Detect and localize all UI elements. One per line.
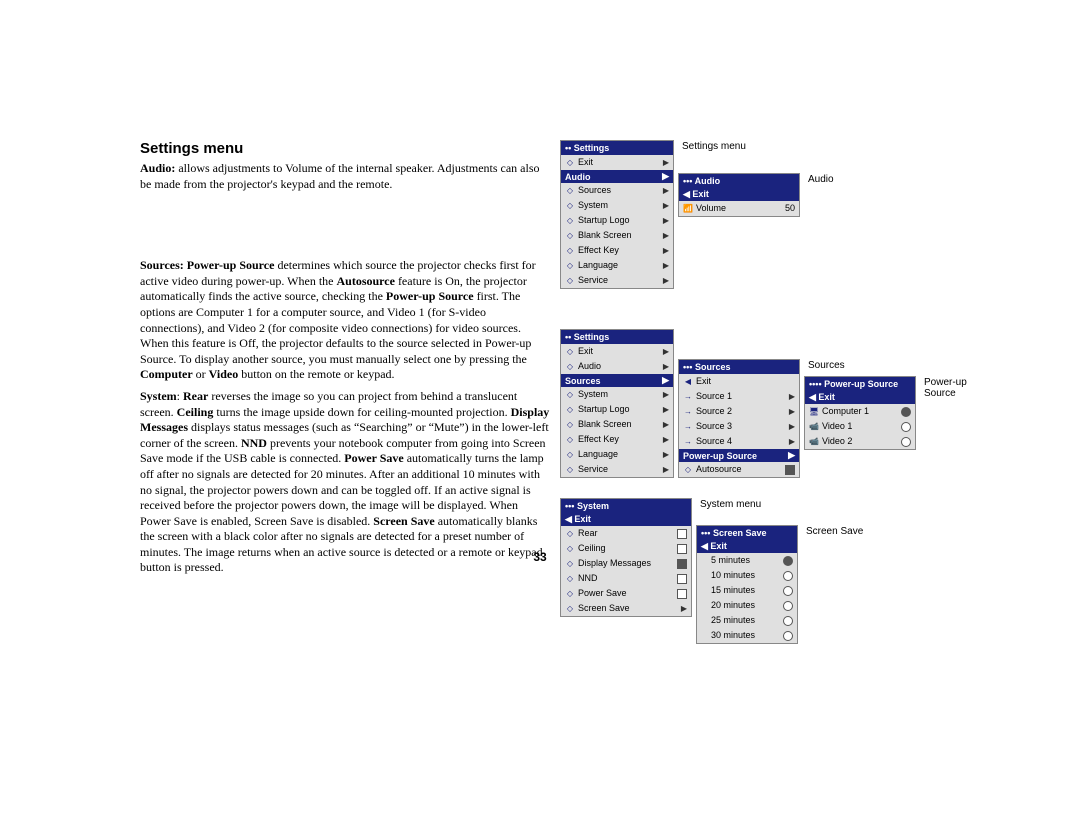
panel-title: ••• Sources: [679, 360, 799, 374]
panel-audio: ••• Audio ◀ Exit 📶 Volume 50: [678, 173, 800, 217]
menu-row: Audio▶: [561, 170, 673, 183]
caption-sources: Sources: [808, 360, 845, 371]
menu-row: Sources▶: [561, 374, 673, 387]
menu-row: ◇System▶: [561, 198, 673, 213]
menu-row: Power-up Source▶: [679, 449, 799, 462]
caption-settings: Settings menu: [682, 141, 746, 152]
menu-row: ◇Power Save: [561, 586, 691, 601]
menu-row: ◀Exit: [679, 374, 799, 389]
panel-title: ••• Audio: [679, 174, 799, 188]
caption-audio: Audio: [808, 174, 834, 185]
caption-screensave: Screen Save: [806, 526, 863, 537]
menu-row: ◇Autosource: [679, 462, 799, 477]
caption-powerup: Power-up Source: [924, 377, 974, 399]
menu-row: 🖥Computer 1: [805, 404, 915, 419]
menu-row: ◇Screen Save▶: [561, 601, 691, 616]
menu-row: ◇Language▶: [561, 447, 673, 462]
menu-row: 📶 Volume 50: [679, 201, 799, 216]
para-sources: Sources: Power-up Source determines whic…: [140, 258, 550, 383]
menu-row: 10 minutes: [697, 568, 797, 583]
menu-row: 25 minutes: [697, 613, 797, 628]
menu-row: ◇Rear: [561, 526, 691, 541]
menu-row: ◇Language▶: [561, 258, 673, 273]
text-column: Settings menu Audio: allows adjustments …: [140, 140, 550, 582]
menu-row: ◇Sources▶: [561, 183, 673, 198]
menu-row: ◇Blank Screen▶: [561, 417, 673, 432]
menu-row: →Source 4▶: [679, 434, 799, 449]
menu-row: 15 minutes: [697, 583, 797, 598]
menu-row: 30 minutes: [697, 628, 797, 643]
panel-settings: •• Settings ◇Exit▶Audio▶◇Sources▶◇System…: [560, 140, 674, 289]
page-number: 33: [0, 550, 1080, 564]
menu-row: ◇NND: [561, 571, 691, 586]
panel-title: ••• Screen Save: [697, 526, 797, 540]
panel-title: ••• System: [561, 499, 691, 513]
menu-row: ◇Startup Logo▶: [561, 402, 673, 417]
menu-row: ◇Service▶: [561, 273, 673, 288]
menu-row: ◇System▶: [561, 387, 673, 402]
panel-title: •• Settings: [561, 330, 673, 344]
para-audio: Audio: allows adjustments to Volume of t…: [140, 161, 550, 192]
menu-row: ◇Blank Screen▶: [561, 228, 673, 243]
menu-row: ◇Exit▶: [561, 344, 673, 359]
menu-row: ◇Exit▶: [561, 155, 673, 170]
para-system: System: Rear reverses the image so you c…: [140, 389, 550, 576]
menu-row: 20 minutes: [697, 598, 797, 613]
menu-row: ◇Effect Key▶: [561, 243, 673, 258]
menu-row: ◇Startup Logo▶: [561, 213, 673, 228]
caption-system: System menu: [700, 499, 761, 510]
panel-title: •• Settings: [561, 141, 673, 155]
screenshots-column: •• Settings ◇Exit▶Audio▶◇Sources▶◇System…: [560, 140, 990, 644]
menu-row: 📹Video 1: [805, 419, 915, 434]
menu-row: ◇Service▶: [561, 462, 673, 477]
menu-row: →Source 3▶: [679, 419, 799, 434]
heading-settings: Settings menu: [140, 140, 550, 157]
panel-sources: ••• Sources ◀Exit→Source 1▶→Source 2▶→So…: [678, 359, 800, 478]
menu-row: ◇Effect Key▶: [561, 432, 673, 447]
menu-row: →Source 2▶: [679, 404, 799, 419]
menu-exit: ◀ Exit: [561, 513, 691, 526]
menu-exit: ◀ Exit: [805, 391, 915, 404]
panel-title: •••• Power-up Source: [805, 377, 915, 391]
menu-row: →Source 1▶: [679, 389, 799, 404]
menu-exit: ◀ Exit: [679, 188, 799, 201]
panel-powerup: •••• Power-up Source ◀ Exit 🖥Computer 1📹…: [804, 376, 916, 450]
panel-screensave: ••• Screen Save ◀ Exit 5 minutes10 minut…: [696, 525, 798, 644]
volume-icon: 📶: [683, 202, 693, 215]
menu-row: ◇Audio▶: [561, 359, 673, 374]
menu-row: 📹Video 2: [805, 434, 915, 449]
panel-settings-2: •• Settings ◇Exit▶◇Audio▶Sources▶◇System…: [560, 329, 674, 478]
